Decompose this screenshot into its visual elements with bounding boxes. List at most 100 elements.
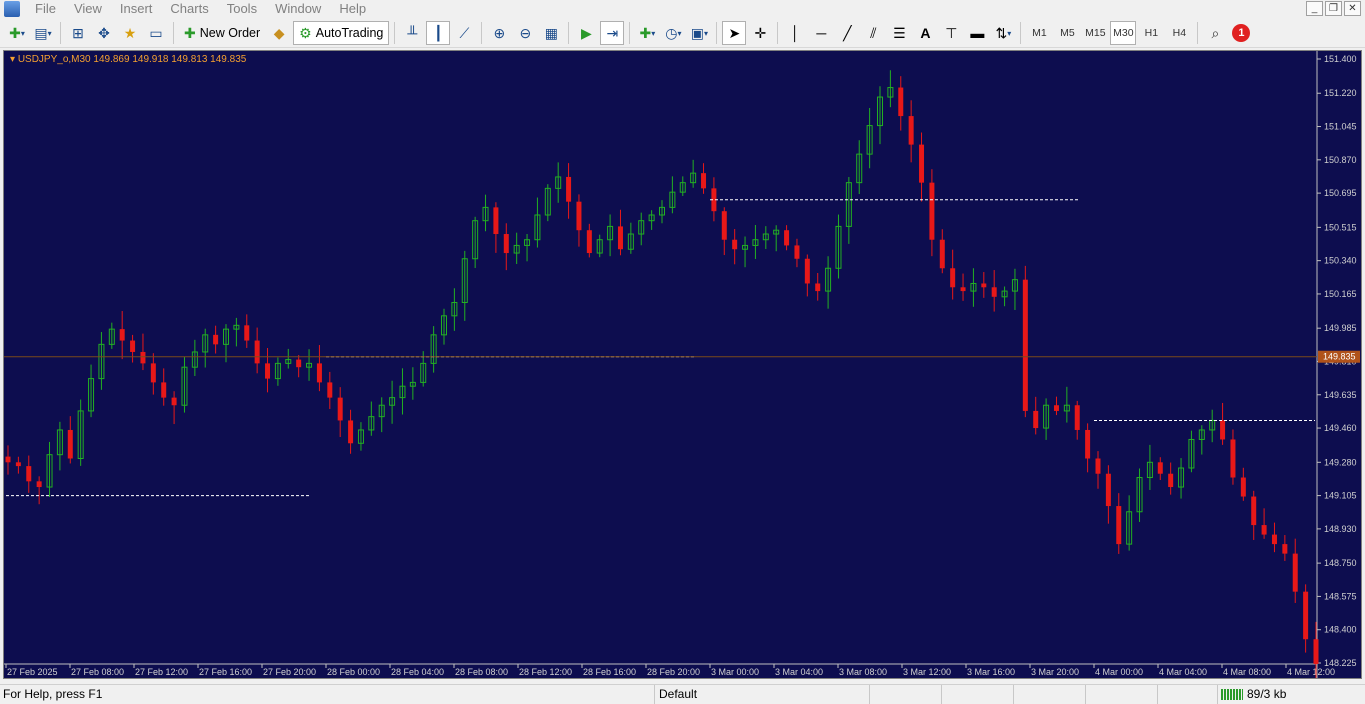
notifications-button[interactable]: 1	[1229, 21, 1253, 45]
candle-body	[119, 329, 125, 341]
zoom-out-button[interactable]: ⊖	[513, 21, 537, 45]
timeframe-h1[interactable]: H1	[1138, 21, 1164, 45]
channel-button[interactable]: ⫽	[861, 21, 885, 45]
text-button[interactable]: A	[913, 21, 937, 45]
tile-windows-button[interactable]: ▦	[539, 21, 563, 45]
candle-body	[15, 462, 21, 467]
candle-body	[493, 207, 499, 235]
time-tick-label: 28 Feb 04:00	[391, 667, 444, 677]
meta-editor-button[interactable]: ◆	[267, 21, 291, 45]
time-tick-label: 3 Mar 16:00	[967, 667, 1015, 677]
close-button[interactable]: ✕	[1344, 1, 1361, 16]
price-tick-label: 150.870	[1324, 155, 1357, 165]
bar-chart-button[interactable]: ╨	[400, 21, 424, 45]
crosshair-icon: ✛	[754, 25, 767, 41]
status-cell-empty-5	[1158, 684, 1218, 704]
candle-body	[337, 397, 343, 421]
time-tick-label: 27 Feb 16:00	[199, 667, 252, 677]
auto-scroll-icon: ▶	[580, 25, 592, 41]
menu-file[interactable]: File	[26, 0, 65, 18]
meta-editor-icon: ◆	[273, 25, 285, 41]
cursor-button[interactable]: ➤	[722, 21, 747, 45]
horizontal-line-button[interactable]: ─	[809, 21, 833, 45]
fibonacci-button[interactable]: ☰	[887, 21, 911, 45]
status-cell-empty-4	[1086, 684, 1158, 704]
autotrading-button[interactable]: ⚙ AutoTrading	[293, 21, 390, 45]
menu-insert[interactable]: Insert	[111, 0, 162, 18]
candle-body	[1105, 473, 1111, 507]
chart-canvas[interactable]: 151.400 151.220 151.045 150.870 150.695 150.5…	[4, 51, 1361, 678]
price-tick-label: 148.750	[1324, 558, 1357, 568]
menu-tools[interactable]: Tools	[218, 0, 266, 18]
timeframe-m15[interactable]: M15	[1082, 21, 1108, 45]
candle-body	[981, 283, 987, 288]
candle-body	[898, 87, 904, 117]
terminal-button[interactable]: ▭	[144, 21, 168, 45]
app-icon	[4, 1, 20, 17]
price-tick-label: 149.105	[1324, 491, 1357, 501]
time-tick-label: 4 Mar 04:00	[1159, 667, 1207, 677]
zoom-in-icon: ⊕	[493, 25, 506, 41]
vertical-line-button[interactable]: │	[783, 21, 807, 45]
bar-chart-icon: ╨	[407, 25, 418, 41]
time-tick-label: 28 Feb 12:00	[519, 667, 572, 677]
menu-charts[interactable]: Charts	[161, 0, 217, 18]
price-chart[interactable]: 151.400 151.220 151.045 150.870 150.695 150.5…	[3, 50, 1362, 679]
horizontal-line-icon: ─	[816, 25, 827, 41]
candle-body	[1053, 405, 1059, 411]
menu-view[interactable]: View	[65, 0, 111, 18]
candle-body	[1251, 496, 1257, 526]
trendline-button[interactable]: ╱	[835, 21, 859, 45]
new-order-button[interactable]: ✚ New Order	[179, 21, 265, 45]
chart-shift-button[interactable]: ⇥	[600, 21, 625, 45]
candle-body	[919, 144, 925, 183]
candle-body	[130, 340, 136, 352]
market-watch-button[interactable]: ⊞	[66, 21, 90, 45]
timeframe-h4[interactable]: H4	[1166, 21, 1192, 45]
candle-body	[576, 201, 582, 231]
channel-icon: ⫽	[870, 25, 877, 41]
candlestick-button[interactable]: ┃	[426, 21, 451, 45]
zoom-in-button[interactable]: ⊕	[487, 21, 511, 45]
favorites-button[interactable]: ★	[118, 21, 142, 45]
new-chart-button[interactable]: ✚ ▾	[5, 21, 29, 45]
tile-windows-icon: ▦	[544, 25, 558, 41]
profiles-button[interactable]: ▤ ▾	[31, 21, 55, 45]
candle-body	[327, 382, 333, 398]
candle-body	[794, 245, 800, 259]
price-tick-label: 150.515	[1324, 222, 1357, 232]
new-order-icon: ✚	[184, 25, 196, 41]
candle-body	[1095, 458, 1101, 474]
auto-scroll-button[interactable]: ▶	[574, 21, 598, 45]
timeframe-m5[interactable]: M5	[1054, 21, 1080, 45]
rectangle-button[interactable]: ▬	[965, 21, 989, 45]
arrows-button[interactable]: ⇅ ▾	[991, 21, 1015, 45]
candle-body	[1074, 405, 1080, 430]
bid-price-label: 149.835	[1323, 352, 1356, 362]
candle-body	[265, 363, 271, 379]
indicators-button[interactable]: ✚ ▾	[635, 21, 659, 45]
menu-window[interactable]: Window	[266, 0, 330, 18]
candle-body	[617, 226, 623, 250]
candle-body	[1282, 544, 1288, 554]
price-tick-label: 148.575	[1324, 591, 1357, 601]
time-tick-label: 27 Feb 12:00	[135, 667, 188, 677]
time-tick-label: 3 Mar 00:00	[711, 667, 759, 677]
minimize-button[interactable]: _	[1306, 1, 1323, 16]
price-tick-label: 150.695	[1324, 188, 1357, 198]
candle-body	[150, 363, 156, 383]
text-label-button[interactable]: ⊤	[939, 21, 963, 45]
timeframe-m1[interactable]: M1	[1026, 21, 1052, 45]
line-chart-button[interactable]: ⟋	[452, 21, 476, 45]
zoom-out-icon: ⊖	[519, 25, 532, 41]
status-help: For Help, press F1	[0, 684, 655, 704]
menu-help[interactable]: Help	[330, 0, 375, 18]
market-watch-icon: ⊞	[72, 25, 84, 41]
periods-button[interactable]: ◷ ▾	[661, 21, 685, 45]
restore-button[interactable]: ❐	[1325, 1, 1342, 16]
navigator-button[interactable]: ✥	[92, 21, 116, 45]
templates-button[interactable]: ▣ ▾	[687, 21, 711, 45]
timeframe-m30[interactable]: M30	[1110, 21, 1137, 45]
crosshair-button[interactable]: ✛	[748, 21, 772, 45]
search-button[interactable]: ⌕	[1203, 21, 1227, 45]
